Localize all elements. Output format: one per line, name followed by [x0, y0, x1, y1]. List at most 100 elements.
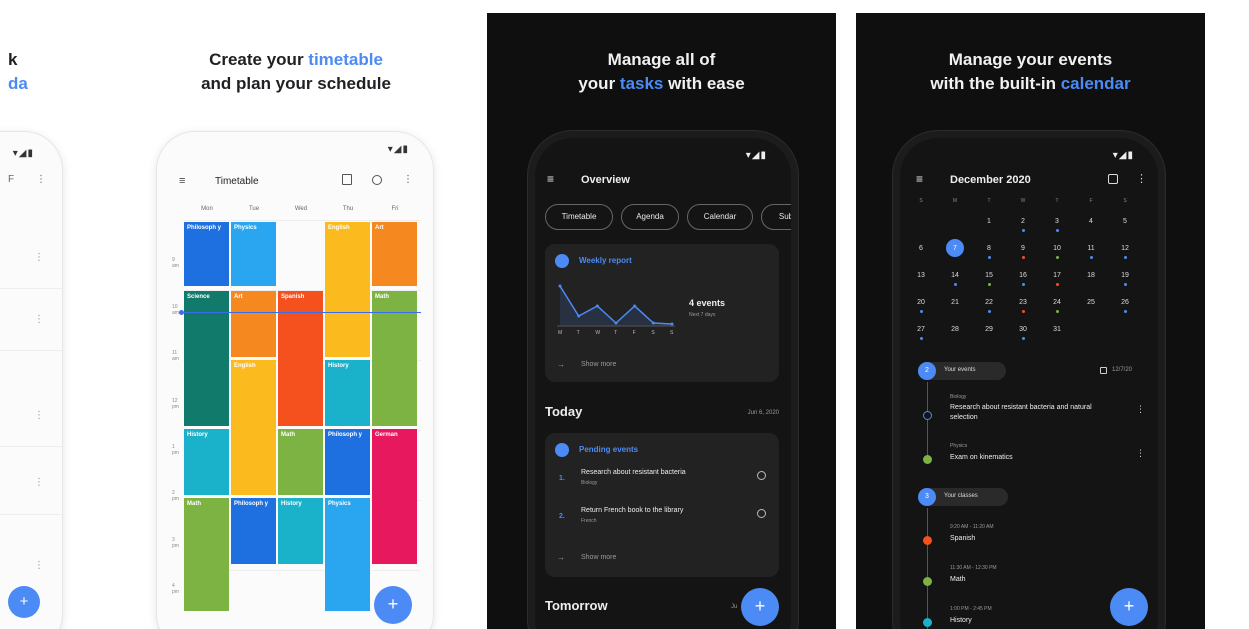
chip-agenda[interactable]: Agenda	[621, 204, 679, 230]
class-block[interactable]: German	[372, 429, 417, 564]
class-block[interactable]: Physics	[231, 222, 276, 286]
list-item-more-icon[interactable]: ⋮	[34, 314, 44, 325]
toolbar-icon[interactable]: F	[8, 174, 14, 185]
more-icon[interactable]: ⋮	[403, 174, 413, 185]
task-title: Research about resistant bacteria	[581, 469, 686, 476]
event-count: 4 events	[689, 298, 726, 308]
pending-events-card[interactable]: Pending events 1. Research about resista…	[545, 433, 779, 577]
sync-icon[interactable]	[372, 175, 382, 185]
event-indicator-dot	[1124, 283, 1127, 286]
calendar-day[interactable]: 2	[1010, 218, 1036, 225]
add-fab-button[interactable]: +	[1110, 588, 1148, 626]
item-number: 2.	[559, 513, 565, 520]
status-bar-icons: ▾◢▮	[387, 144, 409, 155]
add-fab-button[interactable]: +	[8, 586, 40, 618]
class-block[interactable]: Philosoph y	[184, 222, 229, 286]
list-item-more-icon[interactable]: ⋮	[34, 560, 44, 571]
calendar-day[interactable]: 14	[942, 272, 968, 279]
event-indicator-dot	[954, 283, 957, 286]
calendar-day[interactable]: 4	[1078, 218, 1104, 225]
add-fab-button[interactable]: +	[741, 588, 779, 626]
menu-icon[interactable]: ≡	[179, 175, 185, 187]
calendar-day[interactable]: 30	[1010, 326, 1036, 333]
report-icon	[555, 254, 569, 268]
chip-calendar[interactable]: Calendar	[687, 204, 753, 230]
class-title[interactable]: History	[950, 617, 972, 624]
calendar-day[interactable]: 17	[1044, 272, 1070, 279]
calendar-day[interactable]: 8	[976, 245, 1002, 252]
calendar-day[interactable]: 27	[908, 326, 934, 333]
list-item-more-icon[interactable]: ⋮	[34, 477, 44, 488]
chart-day-label: W	[595, 330, 601, 336]
calendar-day[interactable]: 11	[1078, 245, 1104, 252]
class-title[interactable]: Spanish	[950, 535, 975, 542]
class-block[interactable]: History	[325, 360, 370, 426]
card-title: Weekly report	[579, 256, 632, 265]
calendar-day[interactable]: 31	[1044, 326, 1070, 333]
calendar-day[interactable]: 23	[1010, 299, 1036, 306]
class-dot	[923, 618, 932, 627]
view-toggle-icon[interactable]	[342, 174, 352, 185]
class-block[interactable]: Art	[231, 291, 276, 357]
class-block[interactable]: English	[325, 222, 370, 357]
class-block[interactable]: Art	[372, 222, 417, 286]
class-block[interactable]: History	[278, 498, 323, 564]
add-fab-button[interactable]: +	[374, 586, 412, 624]
event-indicator-dot	[1022, 229, 1025, 232]
calendar-day[interactable]: 22	[976, 299, 1002, 306]
timeline-line	[927, 508, 928, 629]
class-block[interactable]: English	[231, 360, 276, 495]
chip-timetable[interactable]: Timetable	[545, 204, 613, 230]
event-more-icon[interactable]: ⋮	[1136, 404, 1145, 415]
calendar-day[interactable]: 26	[1112, 299, 1138, 306]
class-block[interactable]: Physics	[325, 498, 370, 611]
calendar-day[interactable]: 9	[1010, 245, 1036, 252]
calendar-day[interactable]: 3	[1044, 218, 1070, 225]
calendar-day[interactable]: 28	[942, 326, 968, 333]
weekly-report-card[interactable]: Weekly report M T W T F S S 4 events Next 7 da…	[545, 244, 779, 382]
calendar-day[interactable]: 18	[1078, 272, 1104, 279]
calendar-day[interactable]: 15	[976, 272, 1002, 279]
chip-subjects[interactable]: Sub	[761, 204, 791, 230]
calendar-day[interactable]: 12	[1112, 245, 1138, 252]
list-item-more-icon[interactable]: ⋮	[34, 410, 44, 421]
class-block[interactable]: History	[184, 429, 229, 495]
calendar-day[interactable]: 10	[1044, 245, 1070, 252]
event-title[interactable]: Research about resistant bacteria and na…	[950, 403, 1110, 423]
calendar-day[interactable]: 13	[908, 272, 934, 279]
section-today: Today	[545, 404, 583, 419]
menu-icon[interactable]: ≡	[547, 172, 554, 186]
show-more-link[interactable]: Show more	[581, 554, 616, 561]
arrow-right-icon: →	[557, 360, 565, 369]
list-item-more-icon[interactable]: ⋮	[34, 252, 44, 263]
class-block[interactable]: Math	[184, 498, 229, 611]
chart-point	[595, 304, 599, 308]
calendar-day[interactable]: 1	[976, 218, 1002, 225]
calendar-day[interactable]: 5	[1112, 218, 1138, 225]
task-checkbox[interactable]	[757, 471, 766, 480]
task-checkbox[interactable]	[757, 509, 766, 518]
calendar-day[interactable]: 20	[908, 299, 934, 306]
chart-point	[558, 284, 562, 288]
class-block[interactable]: Math	[278, 429, 323, 495]
weekday-header: T	[1055, 198, 1059, 204]
event-dot	[923, 411, 932, 420]
class-block[interactable]: Philosoph y	[231, 498, 276, 564]
calendar-day[interactable]: 6	[908, 245, 934, 252]
event-title[interactable]: Exam on kinematics	[950, 454, 1013, 461]
more-icon[interactable]: ⋮	[36, 174, 46, 185]
more-icon[interactable]: ⋮	[1136, 172, 1147, 185]
calendar-day[interactable]: 16	[1010, 272, 1036, 279]
calendar-day[interactable]: 25	[1078, 299, 1104, 306]
calendar-today-icon[interactable]	[1108, 174, 1118, 184]
calendar-day[interactable]: 21	[942, 299, 968, 306]
menu-icon[interactable]: ≡	[916, 172, 923, 186]
calendar-day[interactable]: 7	[942, 245, 968, 252]
event-more-icon[interactable]: ⋮	[1136, 448, 1145, 459]
show-more-link[interactable]: Show more	[581, 361, 616, 368]
class-title[interactable]: Math	[950, 576, 966, 583]
calendar-day[interactable]: 29	[976, 326, 1002, 333]
calendar-day[interactable]: 19	[1112, 272, 1138, 279]
class-block[interactable]: Philosoph y	[325, 429, 370, 495]
calendar-day[interactable]: 24	[1044, 299, 1070, 306]
